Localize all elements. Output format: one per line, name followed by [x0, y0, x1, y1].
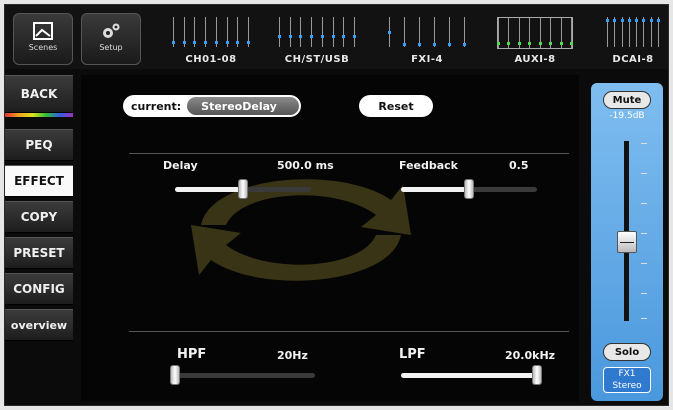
nav-peq[interactable]: PEQ [5, 129, 73, 161]
setup-button[interactable]: Setup [81, 13, 141, 65]
effect-logo-icon [191, 179, 411, 281]
scenes-icon [33, 22, 53, 40]
bank-mini-faders [497, 17, 573, 49]
lpf-slider-knob[interactable] [532, 365, 542, 385]
bank-dca1-8[interactable]: DCAI-8 [603, 13, 663, 65]
divider [129, 153, 569, 154]
back-button[interactable]: BACK [5, 75, 73, 113]
solo-button[interactable]: Solo [603, 343, 651, 361]
delay-label: Delay [163, 159, 198, 172]
feedback-slider-knob[interactable] [464, 179, 474, 199]
delay-slider[interactable] [175, 179, 311, 199]
hpf-slider[interactable] [170, 365, 315, 385]
bank-label: FXI-4 [411, 54, 443, 65]
nav-config[interactable]: CONFIG [5, 273, 73, 305]
channel-fader-knob[interactable] [617, 231, 637, 253]
setup-label: Setup [99, 43, 123, 52]
mixer-screen: Scenes Setup CH01-08 CH/ST/USB FXI-4 AUX… [4, 4, 669, 406]
effect-panel: current: StereoDelay Reset Delay 500.0 m… [81, 75, 579, 401]
feedback-label: Feedback [399, 159, 458, 172]
reset-button[interactable]: Reset [359, 95, 433, 117]
scenes-label: Scenes [28, 43, 58, 52]
color-strip [5, 113, 73, 117]
level-readout: -19.5dB [609, 111, 645, 121]
delay-slider-knob[interactable] [238, 179, 248, 199]
bank-label: CH/ST/USB [284, 54, 350, 65]
nav-copy[interactable]: COPY [5, 201, 73, 233]
current-label: current: [131, 99, 182, 113]
current-effect-selector[interactable]: current: StereoDelay [123, 95, 301, 117]
nav-effect[interactable]: EFFECT [5, 165, 73, 197]
bus-indicator[interactable]: FX1 Stereo [603, 367, 651, 393]
bank-ch-st-usb[interactable]: CH/ST/USB [275, 13, 359, 65]
channel-strip: Mute -19.5dB Solo FX1 Stereo [591, 83, 663, 401]
bank-mini-faders [172, 17, 250, 47]
scenes-button[interactable]: Scenes [13, 13, 73, 65]
bank-label: AUXI-8 [514, 54, 556, 65]
bank-ch01-08[interactable]: CH01-08 [169, 13, 253, 65]
hpf-value: 20Hz [277, 349, 308, 362]
bank-fx1-4[interactable]: FXI-4 [385, 13, 469, 65]
bank-mini-faders [388, 17, 466, 47]
feedback-value: 0.5 [509, 159, 529, 172]
nav-overview[interactable]: overview [5, 309, 73, 341]
lpf-slider[interactable] [401, 365, 542, 385]
bus-mode: Stereo [612, 381, 642, 391]
hpf-slider-knob[interactable] [170, 365, 180, 385]
top-bar: Scenes Setup CH01-08 CH/ST/USB FXI-4 AUX… [5, 5, 668, 69]
bank-label: CH01-08 [185, 54, 237, 65]
bank-mini-faders [606, 17, 660, 47]
fader-scale [641, 143, 649, 323]
bank-label: DCAI-8 [612, 54, 654, 65]
current-effect-value: StereoDelay [187, 97, 299, 115]
bus-name: FX1 [618, 369, 636, 379]
gears-icon [103, 23, 120, 38]
hpf-label: HPF [177, 347, 207, 362]
lpf-label: LPF [399, 347, 426, 362]
bank-mini-faders [278, 17, 356, 47]
lpf-value: 20.0kHz [505, 349, 556, 362]
nav-preset[interactable]: PRESET [5, 237, 73, 269]
divider [129, 331, 569, 332]
feedback-slider[interactable] [401, 179, 537, 199]
bank-aux1-8[interactable]: AUXI-8 [493, 13, 577, 65]
mute-button[interactable]: Mute [603, 91, 651, 109]
delay-value: 500.0 ms [277, 159, 334, 172]
